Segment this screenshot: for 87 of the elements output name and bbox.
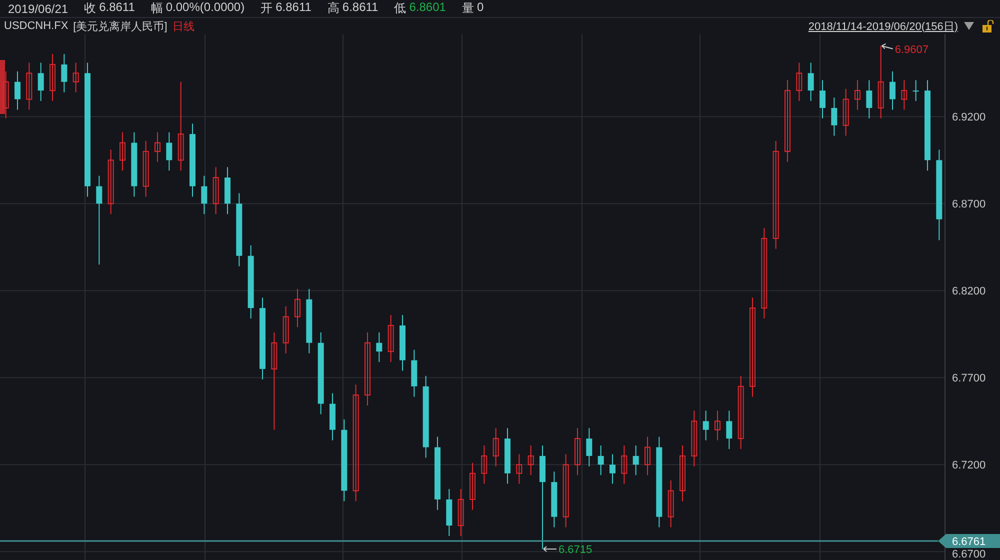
candlestick (72, 62, 79, 93)
candlestick (668, 480, 674, 528)
field-label: 幅 (150, 0, 163, 17)
pointer-arrow (543, 546, 557, 552)
candlestick (808, 62, 814, 102)
candlestick (306, 288, 312, 354)
low-price-label: 6.6715 (558, 544, 592, 556)
quote-date: 2019/06/21 (8, 2, 68, 16)
candlestick (224, 166, 230, 215)
candlestick (26, 62, 32, 110)
candlestick (131, 132, 138, 198)
date-range-link[interactable]: 2018/11/14-2019/06/20(156日) (808, 18, 958, 34)
y-axis-label: 6.7200 (952, 460, 986, 472)
candlestick (154, 132, 160, 162)
ref-line-label: 6.6761 (952, 536, 986, 548)
field-label: 量 (462, 0, 474, 17)
candlestick (38, 62, 44, 102)
candlestick (644, 436, 650, 476)
candlestick (854, 80, 860, 110)
candlestick (492, 428, 499, 467)
candlestick (714, 410, 720, 441)
candlestick (61, 54, 68, 93)
candlestick (400, 314, 406, 372)
candlestick (528, 445, 534, 476)
candlestick (481, 445, 488, 484)
candlestick (632, 445, 639, 476)
candlestick (446, 488, 452, 536)
field-label: 收 (84, 0, 96, 17)
candlestick (621, 445, 628, 484)
y-axis-label: 6.8200 (952, 286, 986, 298)
candlestick (14, 70, 20, 110)
candlestick (166, 132, 172, 172)
candlestick (120, 132, 126, 172)
candlestick (142, 140, 149, 198)
candlestick (50, 54, 56, 102)
y-axis-label: 6.9200 (952, 112, 986, 124)
candlestick (2, 70, 9, 119)
lock-icon[interactable] (982, 20, 994, 32)
field-label: 低 (394, 0, 406, 17)
field-label: 高 (327, 0, 340, 17)
candlestick (330, 392, 336, 441)
y-axis-label: 6.6700 (952, 548, 986, 560)
candlestick (458, 488, 464, 536)
candlestick (890, 70, 896, 110)
high-price-label: 6.9607 (894, 44, 928, 56)
candlestick (842, 88, 849, 136)
y-axis-label: 6.7700 (952, 372, 986, 385)
field-value: 6.8601 (409, 0, 446, 16)
candlestick (212, 166, 219, 215)
field-label: 开 (260, 0, 273, 17)
pointer-arrow (881, 43, 894, 50)
candlestick (820, 80, 826, 119)
candlestick (201, 175, 208, 215)
price-tag: 6.6761 (938, 534, 1000, 548)
candlestick (831, 97, 838, 136)
candlestick (691, 410, 698, 467)
candlestick (680, 445, 686, 502)
candlestick (376, 332, 382, 362)
candlestick (470, 462, 476, 510)
field-value: 0.00%(0.0000) (166, 0, 245, 16)
candlestick (901, 80, 908, 110)
field-value: 0 (476, 0, 484, 16)
field-value: 6.8611 (342, 0, 378, 16)
candlestick (912, 80, 919, 102)
candlestick (610, 454, 616, 484)
candlestick (586, 428, 592, 467)
symbol-code: USDCNH.FX (4, 20, 68, 32)
candlestick (294, 288, 300, 328)
candlestick (574, 428, 580, 476)
candlestick (504, 428, 510, 484)
candlestick (726, 410, 732, 450)
symbol-name: [美元兑离岸人民币] (73, 20, 168, 34)
candlestick (866, 80, 872, 119)
candlestick (551, 471, 558, 528)
period-label: 日线 (172, 20, 194, 34)
field-value: 6.8611 (99, 0, 135, 16)
y-axis-label: 6.8700 (952, 198, 986, 211)
candlestick (516, 454, 522, 484)
candlestick (282, 306, 289, 354)
candlestick (411, 349, 418, 398)
candlestick (108, 149, 114, 215)
candlestick (598, 445, 604, 476)
candlestick (796, 62, 802, 102)
candlestick (388, 314, 394, 362)
field-value: 6.8611 (276, 0, 312, 16)
candlestick (702, 410, 709, 441)
dropdown-triangle-icon[interactable] (963, 21, 975, 31)
